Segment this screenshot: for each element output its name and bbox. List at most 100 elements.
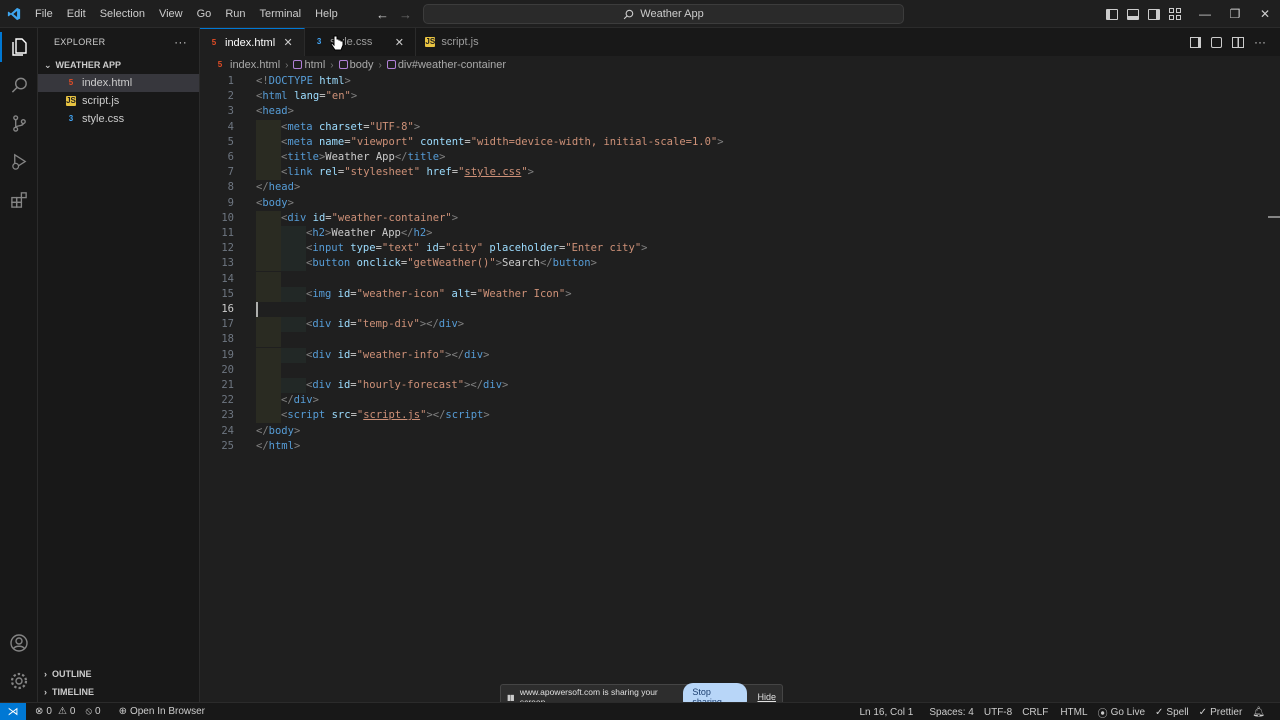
customize-layout-icon[interactable] (1169, 8, 1181, 20)
code-line[interactable]: 23 <script src="script.js"></script> (200, 408, 1280, 424)
code-token: style.css (464, 166, 522, 179)
breadcrumb-item-div[interactable]: div#weather-container (386, 59, 506, 71)
close-window-button[interactable]: ✕ (1250, 0, 1280, 28)
file-item-index-html[interactable]: 5 index.html (38, 74, 199, 92)
split-editor-icon[interactable] (1232, 36, 1244, 48)
code-content: <link rel="stylesheet" href="style.css"> (281, 165, 534, 180)
outline-section[interactable]: › OUTLINE (38, 665, 200, 683)
menu-help[interactable]: Help (308, 0, 345, 28)
menu-view[interactable]: View (152, 0, 190, 28)
code-line[interactable]: 6 <title>Weather App</title> (200, 150, 1280, 165)
code-line[interactable]: 11 <h2>Weather App</h2> (200, 226, 1280, 241)
code-token: script.js (363, 409, 421, 422)
back-arrow-icon[interactable]: ← (376, 7, 389, 22)
menu-edit[interactable]: Edit (60, 0, 93, 28)
file-item-script-js[interactable]: JS script.js (38, 92, 199, 110)
extensions-icon[interactable] (0, 180, 38, 218)
go-live-button[interactable]: ⦿ Go Live (1093, 705, 1150, 720)
open-changes-icon[interactable] (1211, 36, 1222, 48)
error-count: 0 (46, 706, 52, 717)
menu-run[interactable]: Run (218, 0, 252, 28)
menu-terminal[interactable]: Terminal (253, 0, 309, 28)
problems-indicator[interactable]: ⊗ 0 ⚠ 0 (30, 706, 80, 717)
toggle-panel-icon[interactable] (1127, 8, 1139, 20)
element-icon (293, 60, 303, 69)
source-control-icon[interactable] (0, 104, 38, 142)
code-line[interactable]: 16 (200, 302, 1280, 317)
more-actions-icon[interactable]: ··· (174, 35, 187, 49)
code-line[interactable]: 15 <img id="weather-icon" alt="Weather Ic… (200, 286, 1280, 302)
prettier-button[interactable]: ✓ Prettier (1194, 707, 1248, 718)
cursor-position[interactable]: Ln 16, Col 1 (854, 707, 918, 718)
code-line[interactable]: 10 <div id="weather-container"> (200, 210, 1280, 226)
language-mode[interactable]: HTML (1055, 707, 1092, 718)
code-line[interactable]: 20 (200, 362, 1280, 378)
code-token: > (439, 151, 446, 163)
menu-selection[interactable]: Selection (93, 0, 152, 28)
html-file-icon: 5 (68, 78, 74, 87)
maximize-button[interactable]: ❐ (1220, 0, 1250, 28)
tab-index-html[interactable]: 5 index.html ✕ (200, 28, 306, 56)
code-line[interactable]: 7 <link rel="stylesheet" href="style.css"… (200, 165, 1280, 181)
code-line[interactable]: 3 <head> (200, 104, 1280, 119)
breadcrumb-item-body[interactable]: body (338, 59, 373, 71)
text-cursor (256, 302, 258, 317)
timeline-section[interactable]: › TIMELINE (38, 683, 200, 701)
spell-button[interactable]: ✓ Spell (1150, 707, 1194, 718)
breadcrumb-item-html[interactable]: html (293, 59, 325, 71)
tab-script-js[interactable]: JS script.js ✕ (416, 28, 508, 56)
code-line[interactable]: 8 </head> (200, 180, 1280, 195)
code-line[interactable]: 9 <body> (200, 196, 1280, 211)
code-line[interactable]: 25 </html> (200, 439, 1280, 454)
accounts-icon[interactable] (0, 624, 38, 662)
code-line[interactable]: 24 </body> (200, 424, 1280, 439)
tab-style-css[interactable]: 3 style.css ✕ (305, 28, 417, 56)
open-in-browser-button[interactable]: ⊕ Open In Browser (114, 706, 210, 717)
code-line[interactable]: 17 <div id="temp-div"></div> (200, 317, 1280, 333)
code-line[interactable]: 14 (200, 271, 1280, 287)
run-debug-icon[interactable] (0, 142, 38, 180)
folder-label: WEATHER APP (55, 60, 122, 70)
file-item-style-css[interactable]: 3 style.css (38, 110, 199, 128)
code-line[interactable]: 13 <button onclick="getWeather()">Search<… (200, 256, 1280, 272)
encoding[interactable]: UTF-8 (979, 707, 1017, 718)
open-preview-icon[interactable] (1190, 36, 1201, 48)
forward-arrow-icon[interactable]: → (399, 7, 412, 22)
code-line[interactable]: 22 </div> (200, 393, 1280, 409)
mouse-pointer-icon (330, 35, 344, 51)
code-editor[interactable]: 1 <!DOCTYPE html> 2 <html lang="en"> 3 <head>… (200, 74, 1280, 702)
code-line[interactable]: 12 <input type="text" id="city" placehold… (200, 241, 1280, 257)
ports-indicator[interactable]: ⦸ 0 (80, 706, 105, 717)
toggle-secondary-sidebar-icon[interactable] (1148, 8, 1160, 20)
code-token: </ (256, 439, 269, 452)
code-line[interactable]: 21 <div id="hourly-forecast"></div> (200, 378, 1280, 393)
close-icon[interactable]: ✕ (392, 36, 406, 49)
end-of-line[interactable]: CRLF (1017, 707, 1053, 718)
close-icon[interactable]: ✕ (281, 36, 295, 49)
explorer-icon[interactable] (0, 28, 38, 66)
manage-gear-icon[interactable] (0, 662, 38, 700)
hide-banner-link[interactable]: Hide (757, 692, 776, 702)
code-line[interactable]: 4 <meta charset="UTF-8"> (200, 119, 1280, 135)
status-bar-right: Ln 16, Col 1 Spaces: 4 UTF-8 CRLF HTML ⦿… (854, 703, 1270, 720)
folder-weather-app[interactable]: ⌄ WEATHER APP (38, 56, 199, 74)
remote-indicator-icon[interactable]: ⋊ (0, 702, 26, 720)
code-line[interactable]: 1 <!DOCTYPE html> (200, 74, 1280, 89)
line-number: 4 (227, 120, 234, 133)
more-actions-icon[interactable]: ··· (1254, 35, 1266, 49)
command-center-search[interactable]: Weather App (423, 4, 904, 24)
command-center-text: Weather App (640, 8, 704, 20)
breadcrumb-file[interactable]: index.html (230, 59, 280, 71)
editor-tabs: 5 index.html ✕ 3 style.css ✕ JS script.j… (200, 28, 1280, 56)
toggle-primary-sidebar-icon[interactable] (1106, 8, 1118, 20)
search-view-icon[interactable] (0, 66, 38, 104)
code-line[interactable]: 18 (200, 332, 1280, 348)
code-line[interactable]: 5 <meta name="viewport" content="width=de… (200, 134, 1280, 150)
menu-file[interactable]: File (28, 0, 60, 28)
code-line[interactable]: 19 <div id="weather-info"></div> (200, 347, 1280, 363)
notifications-bell-icon[interactable]: 🔔︎ (1247, 707, 1270, 718)
indentation[interactable]: Spaces: 4 (924, 707, 978, 718)
minimize-button[interactable]: — (1190, 0, 1220, 28)
code-line[interactable]: 2 <html lang="en"> (200, 89, 1280, 104)
menu-go[interactable]: Go (190, 0, 219, 28)
